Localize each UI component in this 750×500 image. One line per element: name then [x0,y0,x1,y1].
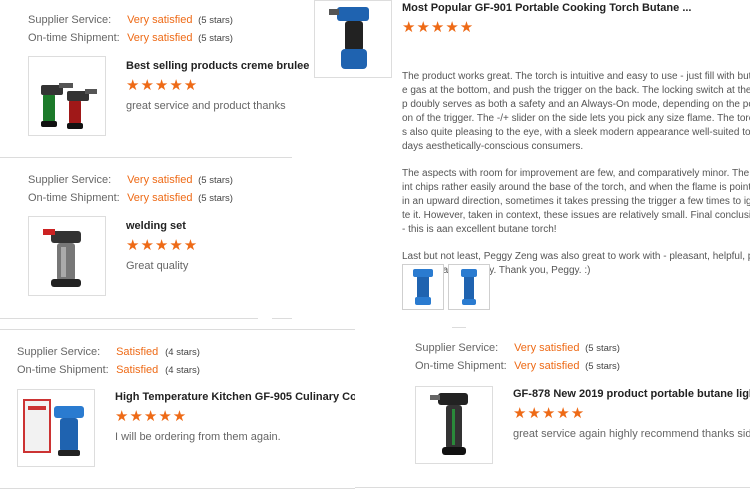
shipment-rating: Very satisfied [514,360,580,372]
shipment-row: On-time Shipment: Very satisfied (5 star… [28,32,233,44]
shipment-row: On-time Shipment: Very satisfied (5 star… [415,360,620,372]
review-card: Supplier Service: Very satisfied (5 star… [0,0,318,158]
supplier-service-label: Supplier Service: [415,342,499,354]
rating-stars: ★★★★★ [402,19,475,36]
shipment-stars-count: (5 stars) [198,193,233,204]
shipment-row: On-time Shipment: Satisfied (4 stars) [17,364,200,376]
shipment-label: On-time Shipment: [28,192,120,204]
supplier-rating: Very satisfied [127,174,193,186]
torch-icon[interactable] [28,216,106,296]
product-title[interactable]: GF-878 New 2019 product portable butane … [513,388,750,400]
supplier-service-label: Supplier Service: [28,14,112,26]
blue-torch-icon[interactable] [314,0,392,78]
shipment-rating: Very satisfied [127,192,193,204]
supplier-rating: Very satisfied [127,14,193,26]
rating-stars: ★★★★★ [513,405,586,422]
supplier-stars-count: (5 stars) [198,175,233,186]
product-title[interactable]: Best selling products creme brulee kitch… [126,60,316,72]
review-text: great service and product thanks [126,100,286,112]
supplier-stars-count: (4 stars) [165,347,200,358]
shipment-rating: Satisfied [116,364,159,376]
supplier-stars-count: (5 stars) [198,15,233,26]
supplier-service-row: Supplier Service: Very satisfied (5 star… [28,14,233,26]
review-text: Great quality [126,260,189,272]
torch-photo-icon[interactable] [448,264,490,310]
review-card: Supplier Service: Very satisfied (5 star… [400,336,750,486]
supplier-service-row: Supplier Service: Satisfied (4 stars) [17,346,200,358]
shipment-label: On-time Shipment: [28,32,120,44]
supplier-rating: Very satisfied [514,342,580,354]
review-text: great service again highly recommend tha… [513,428,750,440]
featured-review: Most Popular GF-901 Portable Cooking Tor… [312,0,750,328]
supplier-service-label: Supplier Service: [17,346,101,358]
product-title[interactable]: High Temperature Kitchen GF-905 Culinary… [115,391,355,403]
supplier-stars-count: (5 stars) [585,343,620,354]
shipment-label: On-time Shipment: [415,360,507,372]
divider [355,487,750,488]
black-torch-icon[interactable] [415,386,493,464]
rating-stars: ★★★★★ [115,408,188,425]
shipment-rating: Very satisfied [127,32,193,44]
supplier-service-row: Supplier Service: Very satisfied (5 star… [28,174,233,186]
torch-pair-icon[interactable] [28,56,106,136]
supplier-rating: Satisfied [116,346,159,358]
featured-product-title[interactable]: Most Popular GF-901 Portable Cooking Tor… [402,2,750,14]
rating-stars: ★★★★★ [126,237,199,254]
shipment-stars-count: (5 stars) [198,33,233,44]
divider [0,318,258,319]
product-title[interactable]: welding set [126,220,316,232]
boxed-torch-icon[interactable] [17,389,95,467]
divider [0,157,292,158]
supplier-service-label: Supplier Service: [28,174,112,186]
divider [0,488,355,489]
shipment-stars-count: (4 stars) [165,365,200,376]
shipment-label: On-time Shipment: [17,364,109,376]
divider [452,327,466,328]
shipment-row: On-time Shipment: Very satisfied (5 star… [28,192,233,204]
review-text: I will be ordering from them again. [115,431,281,443]
review-card: Supplier Service: Very satisfied (5 star… [0,160,318,318]
review-card: Supplier Service: Satisfied (4 stars) On… [0,330,355,490]
torch-photo-icon[interactable] [402,264,444,310]
rating-stars: ★★★★★ [126,77,199,94]
divider [272,318,292,319]
supplier-service-row: Supplier Service: Very satisfied (5 star… [415,342,620,354]
shipment-stars-count: (5 stars) [585,361,620,372]
